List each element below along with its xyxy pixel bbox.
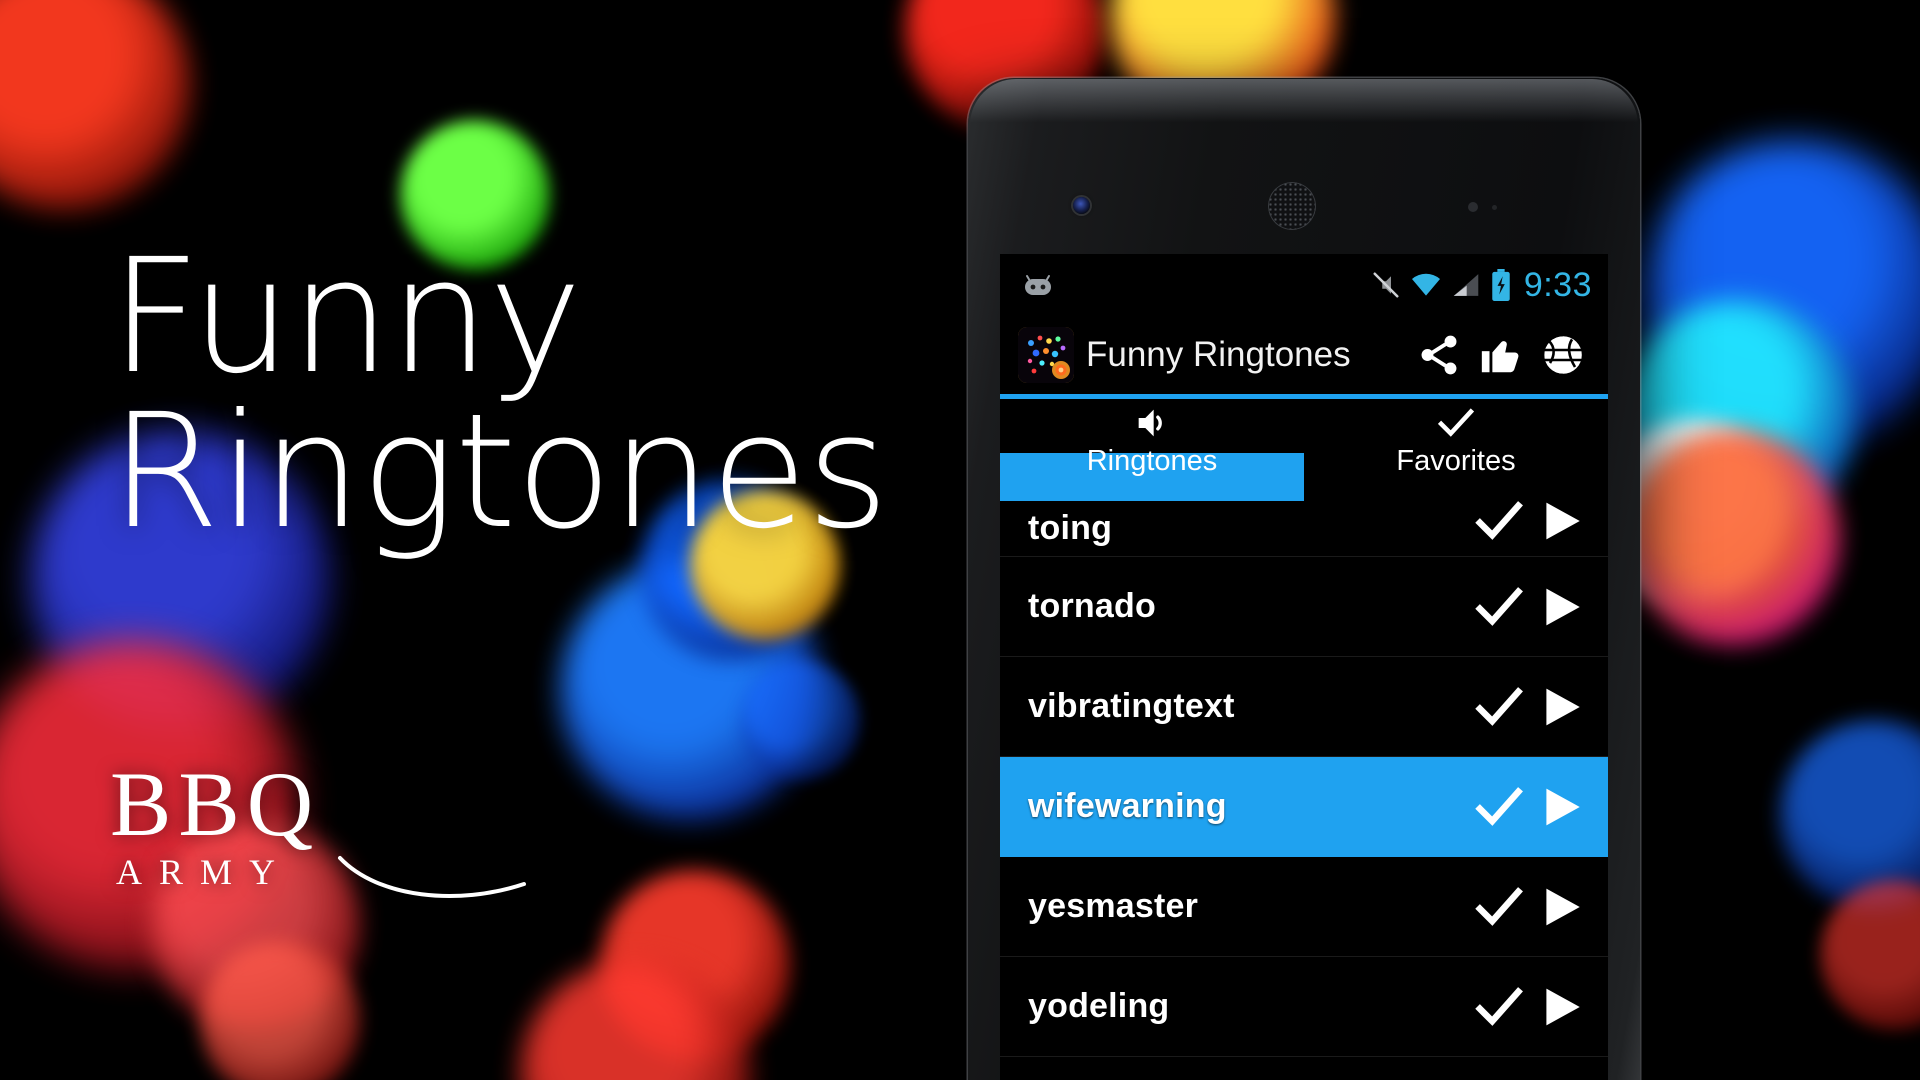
check-icon[interactable] (1472, 680, 1526, 734)
bokeh-circle (200, 940, 360, 1080)
share-icon[interactable] (1408, 324, 1470, 386)
logo-swash-icon (338, 856, 526, 898)
phone-bezel-highlight (970, 79, 1638, 139)
table-row[interactable]: tornado (1000, 557, 1608, 657)
table-row[interactable]: vibratingtext (1000, 657, 1608, 757)
android-jellybean-icon (1025, 275, 1051, 295)
row-actions (1472, 980, 1586, 1034)
phone-screen: 9:33 Funny Ringtones Ringtones Favorites… (1000, 254, 1608, 1080)
row-actions (1472, 494, 1586, 548)
row-actions (1472, 780, 1586, 834)
row-actions (1472, 580, 1586, 634)
ringtone-list[interactable]: toing tornado vibratingtext wifewarning yesm… (1000, 487, 1608, 1080)
camera-icon (1073, 197, 1090, 214)
ringtone-name: yodeling (1028, 987, 1170, 1025)
mute-icon (1373, 272, 1399, 298)
bokeh-circle (1640, 140, 1920, 450)
ringtone-name: wifewarning (1028, 787, 1227, 825)
play-icon[interactable] (1536, 782, 1586, 832)
bokeh-circle (0, 0, 190, 210)
cell-signal-icon (1453, 274, 1479, 296)
battery-charging-icon (1492, 269, 1510, 301)
table-row[interactable]: yodeling (1000, 957, 1608, 1057)
check-icon[interactable] (1472, 580, 1526, 634)
tab-bar: Ringtones Favorites (1000, 399, 1608, 501)
tab-favorites[interactable]: Favorites (1304, 399, 1608, 487)
ringtone-name: vibratingtext (1028, 687, 1235, 725)
bokeh-circle (1625, 430, 1840, 645)
promo-banner: Funny Ringtones BBQ ARMY 9:33 Funny Ring… (0, 0, 1920, 1080)
table-row[interactable]: wifewarning (1000, 757, 1608, 857)
ringtone-name: tornado (1028, 587, 1156, 625)
ringtone-name: yesmaster (1028, 887, 1199, 925)
hero-title-line2: Ringtones (110, 379, 889, 564)
status-bar: 9:33 (1000, 254, 1608, 316)
bokeh-circle (560, 560, 820, 820)
tab-label: Ringtones (1086, 445, 1218, 477)
logo-sub-text: ARMY (116, 851, 293, 892)
play-icon[interactable] (1536, 682, 1586, 732)
check-icon[interactable] (1472, 880, 1526, 934)
app-title: Funny Ringtones (1086, 335, 1351, 374)
logo-main-text: BBQ (110, 753, 321, 855)
sensor-icon (1492, 205, 1497, 210)
funny-ringtones-app-icon (1018, 327, 1074, 383)
page-title: Funny Ringtones (110, 225, 910, 564)
thumbs-up-icon[interactable] (1470, 324, 1532, 386)
play-icon[interactable] (1536, 882, 1586, 932)
bokeh-circle (1820, 880, 1920, 1030)
table-row[interactable]: yesmaster (1000, 857, 1608, 957)
row-actions (1472, 680, 1586, 734)
play-icon[interactable] (1536, 582, 1586, 632)
action-bar: Funny Ringtones (1000, 316, 1608, 394)
status-icons: 9:33 (1371, 266, 1592, 305)
play-icon[interactable] (1536, 982, 1586, 1032)
sensor-icon (1468, 202, 1478, 212)
bokeh-circle (520, 960, 750, 1080)
volume-icon (1132, 403, 1172, 443)
row-actions (1472, 880, 1586, 934)
hero-title-line1: Funny (110, 225, 582, 409)
bokeh-circle (740, 660, 860, 780)
ringtone-name: toing (1028, 509, 1113, 547)
check-icon[interactable] (1472, 780, 1526, 834)
bokeh-circle (1620, 300, 1855, 535)
phone-device: 9:33 Funny Ringtones Ringtones Favorites… (968, 78, 1640, 1080)
check-icon (1435, 403, 1477, 443)
play-icon[interactable] (1536, 496, 1586, 546)
status-clock: 9:33 (1523, 265, 1592, 304)
branding-block: Funny Ringtones (110, 225, 910, 564)
bokeh-circle (600, 870, 790, 1060)
globe-icon[interactable] (1532, 324, 1594, 386)
tab-label: Favorites (1396, 445, 1516, 477)
speaker-grille-icon (1268, 182, 1316, 230)
tab-ringtones[interactable]: Ringtones (1000, 399, 1304, 501)
bbq-army-logo: BBQ ARMY (110, 753, 526, 898)
bokeh-circle (1780, 720, 1920, 910)
table-row[interactable]: yourphone (1000, 1057, 1608, 1080)
check-icon[interactable] (1472, 494, 1526, 548)
wifi-icon (1411, 273, 1440, 296)
check-icon[interactable] (1472, 980, 1526, 1034)
